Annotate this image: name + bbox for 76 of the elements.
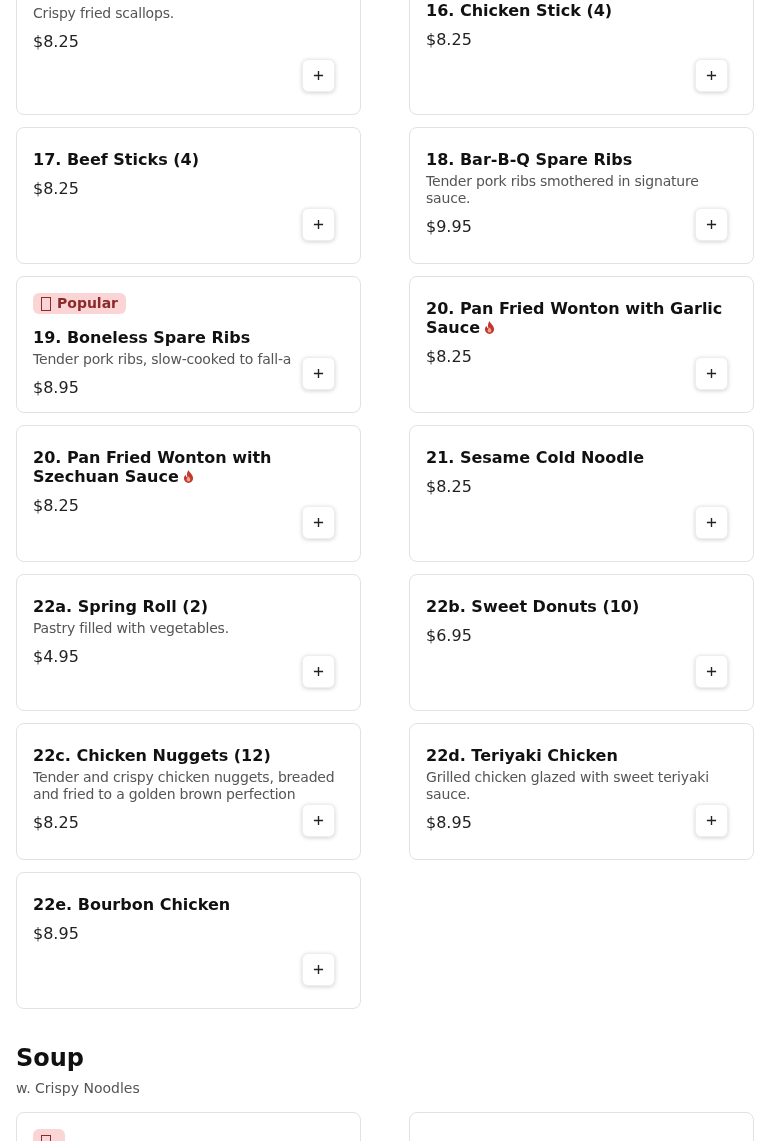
item-price: $8.95 bbox=[33, 377, 79, 399]
add-button[interactable] bbox=[302, 804, 335, 837]
item-description: Tender pork ribs smothered in signature sauce. bbox=[426, 173, 700, 207]
item-price: $8.95 bbox=[426, 812, 472, 834]
menu-item-card[interactable]: 22e. Bourbon Chicken $8.95 bbox=[16, 872, 361, 1009]
menu-item-card[interactable]: 18. Bar-B-Q Spare Ribs Tender pork ribs smothered in signature sauce. $9.95 bbox=[409, 127, 754, 264]
item-price: $8.25 bbox=[33, 178, 79, 200]
item-name: 22c. Chicken Nuggets (12) bbox=[33, 746, 272, 765]
flame-icon bbox=[182, 470, 194, 483]
add-button[interactable] bbox=[302, 59, 335, 92]
plus-icon bbox=[313, 368, 324, 379]
add-button[interactable] bbox=[695, 208, 728, 241]
plus-icon bbox=[313, 517, 324, 528]
menu-item-card[interactable]: 20. Pan Fried Wonton with Garlic Sauce $8.25 bbox=[409, 276, 754, 413]
item-price: $8.25 bbox=[426, 346, 472, 368]
add-button[interactable] bbox=[695, 804, 728, 837]
item-description: Pastry filled with vegetables. bbox=[33, 620, 229, 637]
item-description: Grilled chicken glazed with sweet teriyaki sauce. bbox=[426, 769, 710, 803]
item-price: $8.95 bbox=[33, 923, 79, 945]
item-name: 22d. Teriyaki Chicken bbox=[426, 746, 619, 765]
item-price: $8.25 bbox=[33, 495, 79, 517]
menu-item-card[interactable]: 20. Pan Fried Wonton with Szechuan Sauce $8.25 bbox=[16, 425, 361, 562]
missing-glyph-icon bbox=[41, 296, 51, 311]
item-description: Tender pork ribs, slow-cooked to fall-a bbox=[33, 351, 292, 368]
plus-icon bbox=[313, 219, 324, 230]
item-price: $9.95 bbox=[426, 216, 472, 238]
item-price: $8.25 bbox=[33, 812, 79, 834]
plus-icon bbox=[706, 666, 717, 677]
plus-icon bbox=[313, 815, 324, 826]
plus-icon bbox=[313, 964, 324, 975]
item-name: 18. Bar-B-Q Spare Ribs bbox=[426, 150, 634, 169]
menu-item-card[interactable]: Crispy fried scallops. $8.25 bbox=[16, 0, 361, 115]
menu-item-card[interactable]: 22c. Chicken Nuggets (12) Tender and crispy chicken nuggets, breaded and fried to a golden brown perfection $8.25 bbox=[16, 723, 361, 860]
section-subtitle: w. Crispy Noodles bbox=[16, 1079, 141, 1098]
add-button[interactable] bbox=[695, 59, 728, 92]
item-price: $8.25 bbox=[426, 476, 472, 498]
flame-icon bbox=[484, 321, 496, 334]
menu-item-card[interactable]: 17. Beef Sticks (4) $8.25 bbox=[16, 127, 361, 264]
plus-icon bbox=[313, 666, 324, 677]
item-price: $8.25 bbox=[33, 31, 79, 53]
plus-icon bbox=[706, 517, 717, 528]
item-name: 22e. Bourbon Chicken bbox=[33, 895, 232, 914]
item-name: 22a. Spring Roll (2) bbox=[33, 597, 210, 616]
menu-item-card[interactable]: 22b. Sweet Donuts (10) $6.95 bbox=[409, 574, 754, 711]
plus-icon bbox=[706, 70, 717, 81]
item-description: Tender and crispy chicken nuggets, breaded and fried to a golden brown perfection bbox=[33, 769, 336, 803]
add-button[interactable] bbox=[302, 357, 335, 390]
add-button[interactable] bbox=[695, 357, 728, 390]
item-name: 20. Pan Fried Wonton with Szechuan Sauce bbox=[33, 448, 273, 486]
menu-item-card[interactable]: 22a. Spring Roll (2) Pastry filled with vegetables. $4.95 bbox=[16, 574, 361, 711]
item-name: 19. Boneless Spare Ribs bbox=[33, 328, 252, 347]
add-button[interactable] bbox=[302, 953, 335, 986]
item-name: 17. Beef Sticks (4) bbox=[33, 150, 200, 169]
plus-icon bbox=[706, 368, 717, 379]
item-description: Crispy fried scallops. bbox=[33, 5, 174, 22]
section-title: Soup bbox=[16, 1043, 86, 1074]
item-price: $6.95 bbox=[426, 625, 472, 647]
plus-icon bbox=[313, 70, 324, 81]
plus-icon bbox=[706, 815, 717, 826]
item-name: 20. Pan Fried Wonton with Garlic Sauce bbox=[426, 299, 724, 337]
add-button[interactable] bbox=[302, 655, 335, 688]
item-name: 16. Chicken Stick (4) bbox=[426, 1, 614, 20]
item-price: $8.25 bbox=[426, 29, 472, 51]
add-button[interactable] bbox=[695, 655, 728, 688]
menu-item-card[interactable]: 22d. Teriyaki Chicken Grilled chicken glazed with sweet teriyaki sauce. $8.95 bbox=[409, 723, 754, 860]
plus-icon bbox=[706, 219, 717, 230]
menu-item-card[interactable]: 21. Sesame Cold Noodle $8.25 bbox=[409, 425, 754, 562]
item-name: 22b. Sweet Donuts (10) bbox=[426, 597, 641, 616]
add-button[interactable] bbox=[695, 506, 728, 539]
add-button[interactable] bbox=[302, 208, 335, 241]
item-name: 21. Sesame Cold Noodle bbox=[426, 448, 646, 467]
menu-item-card[interactable]: Popular 19. Boneless Spare Ribs Tender pork ribs, slow-cooked to fall-a $8.95 bbox=[16, 276, 361, 413]
item-price: $4.95 bbox=[33, 646, 79, 668]
badge-label: Popular bbox=[57, 294, 119, 313]
menu-item-card[interactable]: 16. Chicken Stick (4) $8.25 bbox=[409, 0, 754, 115]
add-button[interactable] bbox=[302, 506, 335, 539]
